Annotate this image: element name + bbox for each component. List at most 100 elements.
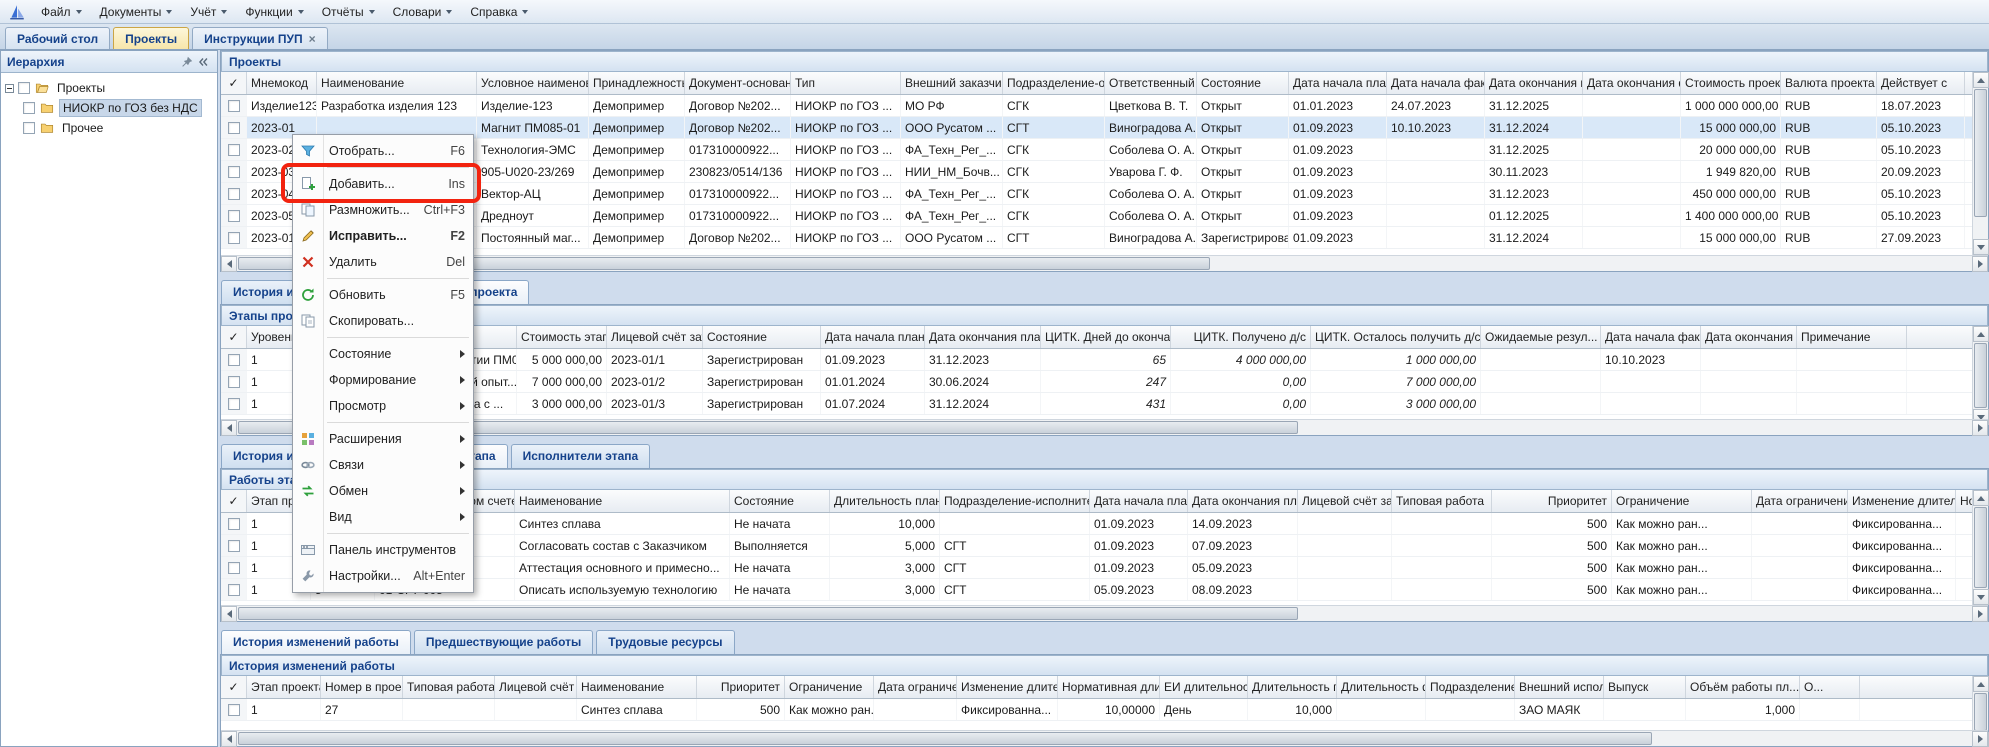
column-header[interactable]: Приоритет [1492, 490, 1612, 512]
column-header[interactable]: Дата начала план [1289, 72, 1387, 94]
context-menu-item[interactable]: Добавить...Ins [293, 171, 473, 197]
menubar-item[interactable]: Отчёты [313, 2, 384, 22]
column-header[interactable]: Внешний заказчик [901, 72, 1003, 94]
horizontal-scrollbar[interactable] [221, 255, 1988, 271]
column-header[interactable]: Изменение длител... [957, 676, 1058, 698]
row-checkbox[interactable] [228, 354, 240, 366]
vertical-scrollbar[interactable] [1972, 72, 1988, 255]
context-menu-item[interactable]: Просмотр [293, 393, 473, 419]
table-row[interactable]: 1501-СГТ-005Описать используемую техноло… [221, 579, 1972, 601]
vertical-scrollbar[interactable] [1972, 326, 1988, 419]
column-header[interactable]: Стоимость этапа [517, 326, 607, 348]
context-menu-item[interactable]: Формирование [293, 367, 473, 393]
tree-item[interactable]: Прочее [5, 118, 213, 138]
column-header[interactable]: Наименование [515, 490, 730, 512]
context-menu-item[interactable]: Скопировать... [293, 308, 473, 334]
column-header[interactable]: Валюта проекта [1781, 72, 1877, 94]
column-header[interactable]: Принадлежность [589, 72, 685, 94]
tab-item[interactable]: Рабочий стол [5, 27, 110, 49]
context-menu-item[interactable]: Обмен [293, 478, 473, 504]
column-header[interactable]: Изменение длител... [1848, 490, 1956, 512]
column-header[interactable]: ЦИТК. Осталось получить д/с [1311, 326, 1481, 348]
column-header[interactable]: ✓ [221, 490, 247, 512]
context-menu-item[interactable]: Связи [293, 452, 473, 478]
column-header[interactable]: Дата ограничения [874, 676, 957, 698]
column-header[interactable]: ✓ [221, 326, 247, 348]
context-menu-item[interactable]: Отобрать...F6 [293, 138, 473, 164]
column-header[interactable]: Лицевой счёт затр... [1298, 490, 1392, 512]
table-row[interactable]: 1Подготовка итогового отчета с ...3 000 … [221, 393, 1972, 415]
column-header[interactable]: Состояние [730, 490, 830, 512]
tab-active[interactable]: Проекты [113, 27, 189, 49]
column-header[interactable]: Типовая работа [1392, 490, 1492, 512]
menubar-item[interactable]: Документы [91, 2, 182, 22]
menubar-item[interactable]: Учёт [181, 2, 236, 22]
tab-item[interactable]: Инструкции ПУП× [192, 27, 327, 49]
table-row[interactable]: 127Синтез сплаваНе начата10,00001.09.202… [221, 513, 1972, 535]
table-row[interactable]: 1Изготовление опытной партии ПМ0...5 000… [221, 349, 1972, 371]
context-menu-item[interactable]: Исправить...F2 [293, 223, 473, 249]
table-row[interactable]: 2023-03905-U020-23/269Демопример230823/0… [221, 161, 1972, 183]
column-header[interactable]: Дата начала план [821, 326, 925, 348]
vertical-scrollbar[interactable] [1972, 490, 1988, 605]
vertical-scrollbar[interactable] [1972, 676, 1988, 730]
column-header[interactable]: Дата окончания план [925, 326, 1041, 348]
column-header[interactable]: Этап проекта [247, 676, 321, 698]
context-menu-item[interactable]: Вид [293, 504, 473, 530]
row-checkbox[interactable] [228, 518, 240, 530]
row-checkbox[interactable] [228, 100, 240, 112]
table-row[interactable]: 1201-СГТ-002Аттестация основного и приме… [221, 557, 1972, 579]
section-tab[interactable]: Трудовые ресурсы [596, 630, 734, 654]
table-row[interactable]: 2023-01пПостоянный маг...ДемопримерДогов… [221, 227, 1972, 249]
context-menu-item[interactable]: Настройки...Alt+Enter [293, 563, 473, 589]
column-header[interactable]: Дата окончания пл... [1485, 72, 1583, 94]
column-header[interactable]: Ограничение [1612, 490, 1752, 512]
column-header[interactable]: Стоимость проект... [1681, 72, 1781, 94]
column-header[interactable]: Условное наименов... [477, 72, 589, 94]
column-header[interactable]: Нормативна... [1956, 490, 1972, 512]
row-checkbox[interactable] [228, 562, 240, 574]
column-header[interactable]: ЦИТК. Дней до окончания [1041, 326, 1171, 348]
column-header[interactable]: Дата начала факт [1387, 72, 1485, 94]
column-header[interactable]: Типовая работа [403, 676, 495, 698]
menubar-item[interactable]: Справка [461, 2, 537, 22]
column-header[interactable]: Состояние [703, 326, 821, 348]
menubar-item[interactable]: Словари [384, 2, 462, 22]
column-header[interactable]: Ответственный [1105, 72, 1197, 94]
column-header[interactable]: ✓ [221, 72, 247, 94]
column-header[interactable]: Ожидаемые резул... [1481, 326, 1601, 348]
horizontal-scrollbar[interactable] [221, 730, 1988, 746]
table-row[interactable]: 1Исследование проведенной опыт...7 000 0… [221, 371, 1972, 393]
row-checkbox[interactable] [228, 188, 240, 200]
row-checkbox[interactable] [228, 210, 240, 222]
row-checkbox[interactable] [228, 376, 240, 388]
column-header[interactable]: Внешний исполни... [1515, 676, 1604, 698]
column-header[interactable]: Дата окончания ф... [1701, 326, 1797, 348]
column-header[interactable]: ЦИТК. Получено д/с [1171, 326, 1311, 348]
row-checkbox[interactable] [228, 122, 240, 134]
table-row[interactable]: 2023-02Технология-ЭМСДемопример017310000… [221, 139, 1972, 161]
column-header[interactable]: Дата ограничения [1752, 490, 1848, 512]
column-header[interactable]: ✓ [221, 676, 247, 698]
row-checkbox[interactable] [228, 144, 240, 156]
section-tab[interactable]: Предшествующие работы [414, 630, 593, 654]
column-header[interactable]: Лицевой счёт затр... [495, 676, 577, 698]
context-menu-item[interactable]: Состояние [293, 341, 473, 367]
column-header[interactable]: Выпуск [1604, 676, 1686, 698]
table-row[interactable]: 2023-04Вектор-АЦДемопример017310000922..… [221, 183, 1972, 205]
column-header[interactable]: Длительность план [830, 490, 940, 512]
collapse-left-icon[interactable] [195, 54, 211, 70]
menubar-item[interactable]: Функции [236, 2, 312, 22]
column-header[interactable]: Подразделение-ис... [1426, 676, 1515, 698]
table-row[interactable]: Изделие123Разработка изделия 123Изделие-… [221, 95, 1972, 117]
menubar-item[interactable]: Файл [32, 2, 91, 22]
column-header[interactable]: О... [1800, 676, 1860, 698]
context-menu-item[interactable]: Размножить...Ctrl+F3 [293, 197, 473, 223]
column-header[interactable]: Длительность фа... [1337, 676, 1426, 698]
row-checkbox[interactable] [228, 166, 240, 178]
tree-item[interactable]: Проекты [5, 78, 213, 98]
context-menu-item[interactable]: Панель инструментов [293, 537, 473, 563]
table-row[interactable]: 127Синтез сплава500Как можно ран...Фикси… [221, 699, 1972, 721]
context-menu-item[interactable]: УдалитьDel [293, 249, 473, 275]
column-header[interactable]: Тип [791, 72, 901, 94]
